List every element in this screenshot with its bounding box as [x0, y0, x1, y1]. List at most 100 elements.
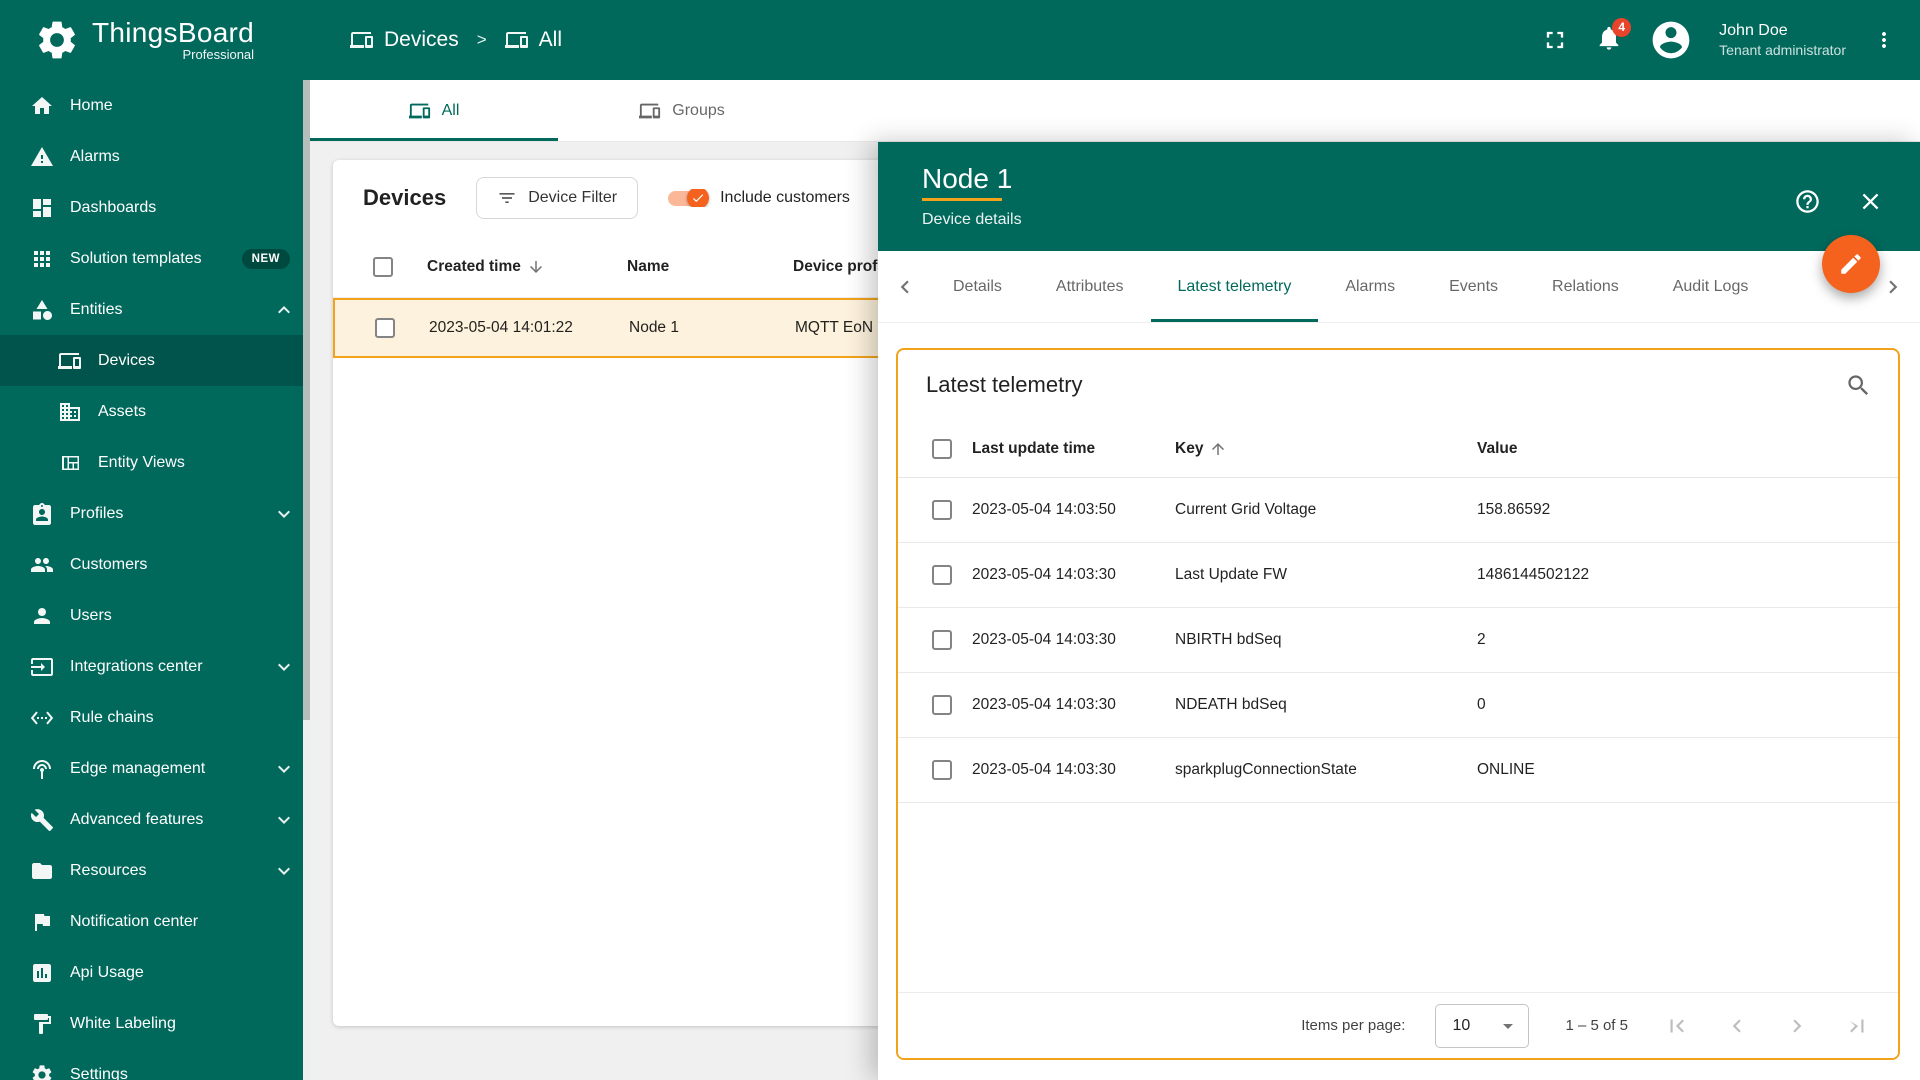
input-icon — [30, 655, 54, 679]
new-badge: NEW — [241, 248, 290, 269]
device-filter-button[interactable]: Device Filter — [476, 177, 639, 219]
telemetry-row[interactable]: 2023-05-04 14:03:30 Last Update FW 1486144… — [898, 543, 1898, 608]
sidebar-scrollbar-thumb[interactable] — [303, 80, 310, 720]
key-column-label: Key — [1175, 439, 1204, 457]
sidebar-item-notification-center[interactable]: Notification center — [0, 896, 310, 947]
thingsboard-logo[interactable]: ThingsBoard Professional — [0, 17, 310, 63]
breadcrumb-devices[interactable]: Devices — [350, 28, 459, 52]
drawer-tab-label: Audit Logs — [1672, 277, 1749, 295]
sidebar-item-customers[interactable]: Customers — [0, 539, 310, 590]
telemetry-row[interactable]: 2023-05-04 14:03:30 NBIRTH bdSeq 2 — [898, 608, 1898, 673]
drawer-tab-attributes[interactable]: Attributes — [1029, 251, 1151, 322]
user-info[interactable]: John Doe Tenant administrator — [1719, 21, 1846, 60]
include-customer-toggle-group: Include customers — [668, 189, 850, 207]
sidebar-item-rule-chains[interactable]: Rule chains — [0, 692, 310, 743]
row-checkbox[interactable] — [932, 500, 952, 520]
first-page-icon[interactable] — [1664, 1013, 1690, 1039]
fullscreen-icon[interactable] — [1541, 26, 1569, 54]
sidebar-item-edge-management[interactable]: Edge management — [0, 743, 310, 794]
row-checkbox[interactable] — [932, 695, 952, 715]
sidebar-item-users[interactable]: Users — [0, 590, 310, 641]
select-all-checkbox[interactable] — [373, 256, 393, 277]
search-icon[interactable] — [1845, 372, 1872, 399]
header-actions: 4 John Doe Tenant administrator — [1541, 17, 1920, 62]
top-header: ThingsBoard Professional Devices > All 4… — [0, 0, 1920, 80]
sidebar-item-dashboards[interactable]: Dashboards — [0, 182, 310, 233]
sidebar-item-profiles[interactable]: Profiles — [0, 488, 310, 539]
chevron-left-icon — [892, 274, 918, 300]
telemetry-key: Last Update FW — [1175, 566, 1287, 583]
drawer-tab-label: Alarms — [1345, 277, 1396, 295]
tab-label: All — [441, 101, 460, 119]
sidebar-item-label: Resources — [70, 861, 147, 879]
tab-all[interactable]: All — [310, 80, 558, 141]
sidebar-item-white-labeling[interactable]: White Labeling — [0, 998, 310, 1049]
last-page-icon[interactable] — [1844, 1013, 1870, 1039]
drawer-title: Node 1 — [922, 163, 1013, 194]
items-per-page-select[interactable]: 10 — [1435, 1003, 1530, 1048]
sidebar-scrollbar[interactable] — [303, 80, 310, 1080]
drawer-tab-alarms[interactable]: Alarms — [1318, 251, 1422, 322]
device-details-drawer: Node 1 Device details Details Attributes L… — [878, 142, 1920, 1080]
edit-pencil-icon — [1838, 251, 1864, 277]
telemetry-rows: 2023-05-04 14:03:50 Current Grid Voltage 1… — [898, 478, 1898, 803]
drawer-tab-events[interactable]: Events — [1422, 251, 1525, 322]
drawer-tab-latest-telemetry[interactable]: Latest telemetry — [1150, 251, 1319, 322]
next-page-icon[interactable] — [1784, 1013, 1810, 1039]
key-column-header[interactable]: Key — [1175, 440, 1477, 458]
user-role: Tenant administrator — [1719, 42, 1846, 59]
telemetry-value: 1486144502122 — [1477, 566, 1590, 583]
filter-icon — [497, 188, 517, 208]
drawer-tab-audit-logs[interactable]: Audit Logs — [1646, 251, 1776, 322]
sidebar-item-resources[interactable]: Resources — [0, 845, 310, 896]
latest-telemetry-card: Latest telemetry Last update time Key Va… — [896, 348, 1900, 1060]
row-checkbox[interactable] — [932, 630, 952, 650]
tab-groups[interactable]: Groups — [558, 80, 806, 141]
build-icon — [30, 808, 54, 832]
telemetry-row[interactable]: 2023-05-04 14:03:50 Current Grid Voltage 1… — [898, 478, 1898, 543]
telemetry-row[interactable]: 2023-05-04 14:03:30 NDEATH bdSeq 0 — [898, 673, 1898, 738]
logo-subtitle: Professional — [182, 47, 255, 63]
sidebar-item-entities[interactable]: Entities — [0, 284, 310, 335]
name-column-header[interactable]: Name — [627, 258, 793, 276]
close-icon[interactable] — [1857, 188, 1884, 215]
notifications-button[interactable]: 4 — [1595, 17, 1632, 57]
created-time-column-header[interactable]: Created time — [427, 258, 627, 276]
sidebar-item-solution-templates[interactable]: Solution templates NEW — [0, 233, 310, 284]
sidebar-item-advanced-features[interactable]: Advanced features — [0, 794, 310, 845]
sidebar-item-api-usage[interactable]: Api Usage — [0, 947, 310, 998]
row-checkbox[interactable] — [932, 565, 952, 585]
sidebar-item-home[interactable]: Home — [0, 80, 310, 131]
previous-page-icon[interactable] — [1724, 1013, 1750, 1039]
chevron-up-icon — [272, 298, 296, 322]
breadcrumb-all[interactable]: All — [504, 28, 562, 52]
sidebar-item-alarms[interactable]: Alarms — [0, 131, 310, 182]
drawer-tab-details[interactable]: Details — [926, 251, 1029, 322]
telemetry-row[interactable]: 2023-05-04 14:03:30 sparkplugConnectionSt… — [898, 738, 1898, 803]
help-icon[interactable] — [1794, 188, 1821, 215]
row-checkbox[interactable] — [375, 318, 395, 338]
sidebar-item-label: Dashboards — [70, 198, 157, 216]
home-icon — [30, 94, 54, 118]
sidebar-item-label: Api Usage — [70, 963, 144, 981]
value-column-header[interactable]: Value — [1477, 440, 1878, 458]
drawer-tab-relations[interactable]: Relations — [1525, 251, 1646, 322]
entity-tabbar: All Groups — [310, 80, 1920, 142]
select-all-checkbox[interactable] — [932, 438, 952, 459]
last-update-time-column-header[interactable]: Last update time — [972, 440, 1175, 458]
edit-fab-button[interactable] — [1822, 235, 1880, 293]
avatar[interactable] — [1649, 18, 1693, 62]
items-per-page-value: 10 — [1452, 1016, 1471, 1034]
device-name: Node 1 — [629, 319, 679, 336]
sidebar-item-assets[interactable]: Assets — [0, 386, 310, 437]
tabs-scroll-left-button[interactable] — [884, 251, 926, 322]
sidebar-item-settings[interactable]: Settings — [0, 1049, 310, 1080]
row-checkbox[interactable] — [932, 760, 952, 780]
telemetry-value: ONLINE — [1477, 761, 1535, 778]
kebab-menu-icon[interactable] — [1872, 28, 1896, 52]
include-customer-toggle[interactable] — [668, 189, 710, 207]
sidebar-item-devices[interactable]: Devices — [0, 335, 310, 386]
sidebar-item-entity-views[interactable]: Entity Views — [0, 437, 310, 488]
sidebar-item-integrations-center[interactable]: Integrations center — [0, 641, 310, 692]
sidebar-item-label: Edge management — [70, 759, 206, 777]
